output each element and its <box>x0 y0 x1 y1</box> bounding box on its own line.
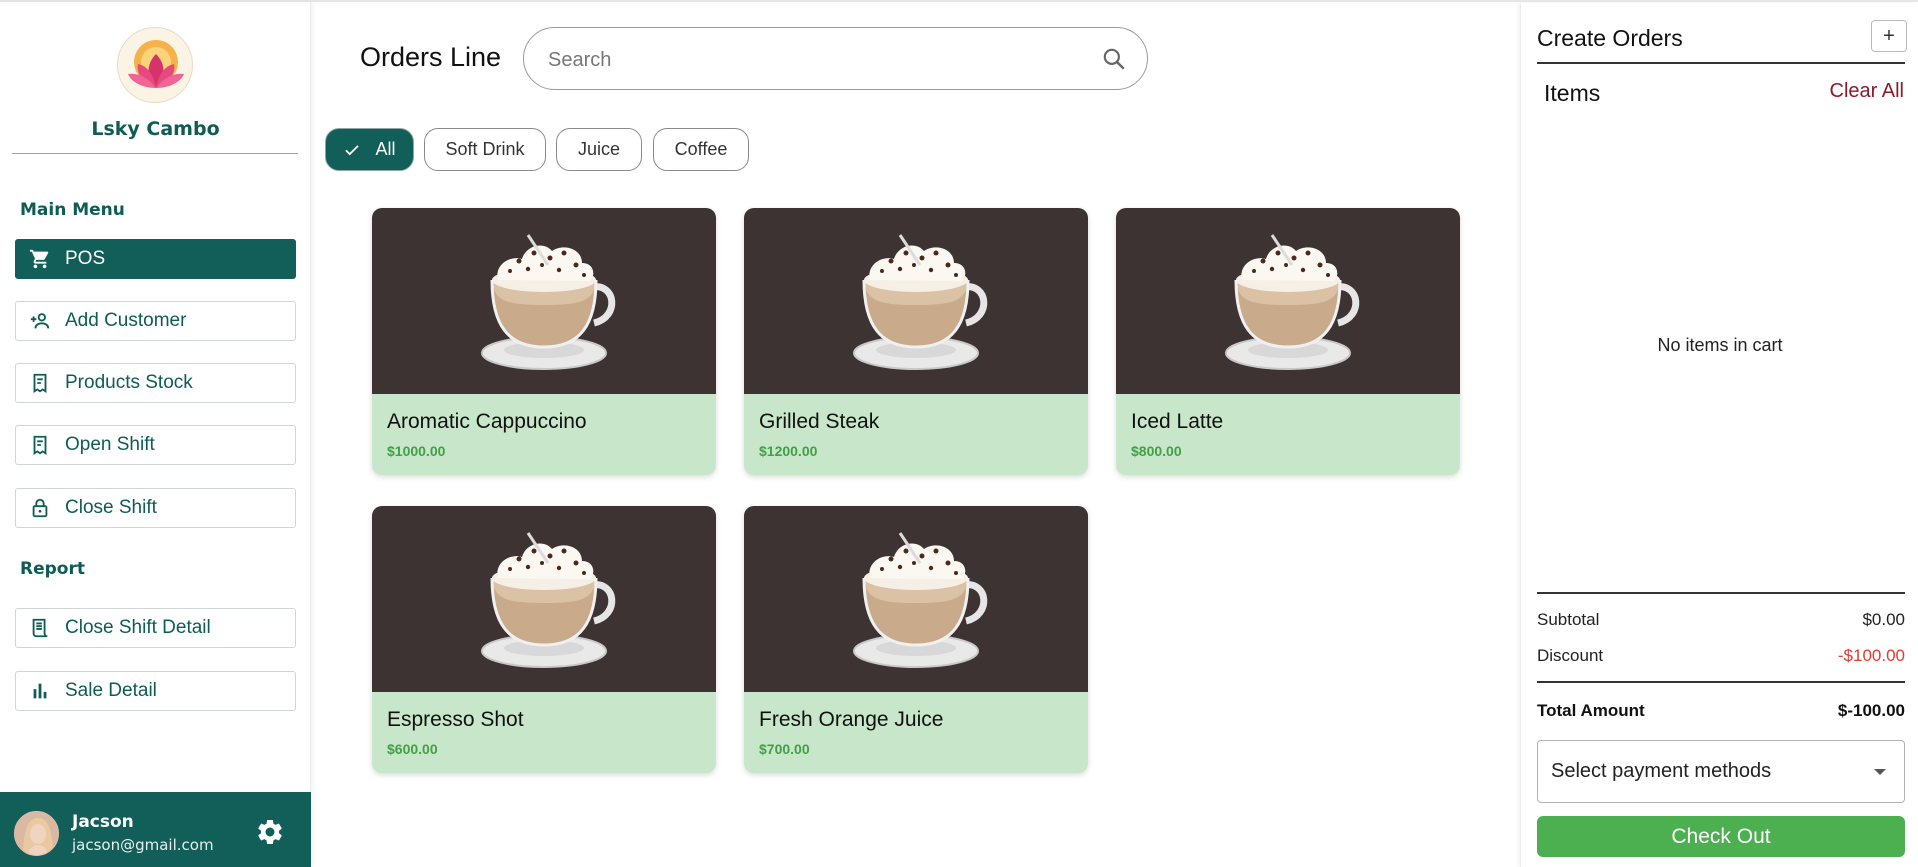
cart-icon <box>28 247 52 271</box>
bar-chart-icon <box>28 679 52 703</box>
product-card[interactable]: Fresh Orange Juice $700.00 <box>744 506 1088 773</box>
sidebar-item-label: Add Customer <box>65 310 187 331</box>
chip-label: Coffee <box>674 139 728 159</box>
brand-name: Lsky Cambo <box>91 118 220 140</box>
total-value: $-100.00 <box>1837 701 1905 720</box>
chip-label: Soft Drink <box>445 139 525 159</box>
total-row: Total Amount $-100.00 <box>1537 701 1905 721</box>
total-label: Total Amount <box>1537 701 1645 720</box>
filter-chip-soft-drink[interactable]: Soft Drink <box>424 128 546 171</box>
receipt-icon <box>28 371 52 395</box>
product-image <box>372 208 716 394</box>
search-input[interactable] <box>548 47 1068 73</box>
checkout-button[interactable]: Check Out <box>1537 816 1905 857</box>
sidebar-item-label: Sale Detail <box>65 680 157 701</box>
product-card[interactable]: Grilled Steak $1200.00 <box>744 208 1088 475</box>
sidebar-item-open-shift[interactable]: Open Shift <box>15 425 296 465</box>
chip-label: All <box>375 139 396 159</box>
filter-chip-coffee[interactable]: Coffee <box>653 128 749 171</box>
gear-icon[interactable] <box>255 817 285 847</box>
sidebar-item-label: Products Stock <box>65 372 193 393</box>
sidebar-item-label: Close Shift Detail <box>65 617 211 638</box>
product-card[interactable]: Iced Latte $800.00 <box>1116 208 1460 475</box>
product-price: $800.00 <box>1131 443 1182 459</box>
filter-chip-all[interactable]: All <box>325 128 414 171</box>
search-icon[interactable] <box>1101 46 1127 72</box>
product-name: Grilled Steak <box>759 410 880 433</box>
sidebar-item-close-shift[interactable]: Close Shift <box>15 488 296 528</box>
product-price: $700.00 <box>759 741 810 757</box>
product-price: $1000.00 <box>387 443 446 459</box>
product-card[interactable]: Espresso Shot $600.00 <box>372 506 716 773</box>
product-name: Iced Latte <box>1131 410 1224 433</box>
user-card: Jacson jacson@gmail.com <box>0 792 311 867</box>
create-orders-panel: Create Orders + Items Clear All No items… <box>1520 3 1918 867</box>
filter-chip-juice[interactable]: Juice <box>556 128 642 171</box>
user-email: jacson@gmail.com <box>72 836 214 854</box>
product-card[interactable]: Aromatic Cappuccino $1000.00 <box>372 208 716 475</box>
user-name: Jacson <box>72 812 134 832</box>
clear-all-button[interactable]: Clear All <box>1830 80 1904 103</box>
chevron-down-icon <box>1874 769 1886 775</box>
empty-cart-message: No items in cart <box>1657 335 1783 355</box>
product-name: Fresh Orange Juice <box>759 708 944 731</box>
lock-icon <box>28 496 52 520</box>
person-add-icon <box>28 309 52 333</box>
product-name: Aromatic Cappuccino <box>387 410 587 433</box>
subtotal-value: $0.00 <box>1862 610 1905 629</box>
discount-value: -$100.00 <box>1837 646 1905 665</box>
sidebar-item-label: Open Shift <box>65 434 155 455</box>
product-image <box>1116 208 1460 394</box>
product-image <box>744 208 1088 394</box>
divider <box>1537 681 1905 683</box>
subtotal-row: Subtotal $0.00 <box>1537 610 1905 630</box>
items-label: Items <box>1544 80 1601 106</box>
product-price: $600.00 <box>387 741 438 757</box>
subtotal-label: Subtotal <box>1537 610 1600 629</box>
search-box <box>523 27 1148 90</box>
payment-select-label: Select payment methods <box>1551 760 1772 782</box>
product-image <box>744 506 1088 692</box>
product-price: $1200.00 <box>759 443 818 459</box>
receipt-long-icon <box>28 616 52 640</box>
sidebar-item-label: POS <box>65 248 106 269</box>
page-title: Orders Line <box>360 42 502 72</box>
check-icon <box>345 144 360 155</box>
product-image <box>372 506 716 692</box>
divider <box>1537 62 1905 64</box>
main-menu-title: Main Menu <box>20 200 125 220</box>
avatar[interactable] <box>14 811 59 856</box>
sidebar-item-add-customer[interactable]: Add Customer <box>15 301 296 341</box>
divider <box>1537 592 1905 594</box>
sidebar-item-products-stock[interactable]: Products Stock <box>15 363 296 403</box>
discount-row: Discount -$100.00 <box>1537 646 1905 666</box>
sidebar-item-sale-detail[interactable]: Sale Detail <box>15 671 296 711</box>
sidebar-item-pos[interactable]: POS <box>15 239 296 279</box>
chip-label: Juice <box>577 139 621 159</box>
sidebar: Lsky Cambo Main Menu POS Add Customer Pr… <box>0 2 311 867</box>
payment-method-select[interactable]: Select payment methods <box>1537 740 1905 803</box>
product-name: Espresso Shot <box>387 708 524 731</box>
report-title: Report <box>20 559 85 579</box>
sidebar-item-close-shift-detail[interactable]: Close Shift Detail <box>15 608 296 648</box>
sidebar-item-label: Close Shift <box>65 497 157 518</box>
discount-label: Discount <box>1537 646 1604 665</box>
divider <box>12 153 298 154</box>
panel-title: Create Orders <box>1537 25 1683 51</box>
receipt-icon <box>28 433 52 457</box>
lotus-logo <box>117 27 193 103</box>
add-order-button[interactable]: + <box>1871 20 1907 52</box>
